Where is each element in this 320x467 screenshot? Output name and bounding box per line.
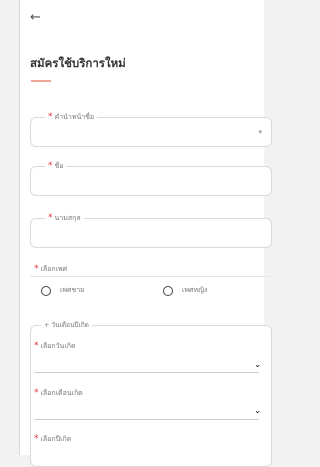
title-underline [31, 80, 51, 82]
radio-male[interactable] [41, 286, 51, 296]
back-arrow-icon[interactable]: ← [30, 10, 46, 26]
birth-date-legend: + วันเดือนปีเกิด [41, 320, 92, 330]
page-title: สมัครใช้บริการใหม่ [30, 56, 126, 70]
prefix-legend: * คำนำหน้าชื่อ [45, 112, 98, 122]
last-name-legend: * นามสกุล [45, 213, 84, 223]
signup-screen: ← สมัครใช้บริการใหม่ * คำนำหน้าชื่อ ▾ * ชื… [19, 0, 272, 467]
birth-day-label: * เลือกวันเกิด [34, 341, 76, 351]
gender-label: * เลือกเพศ [34, 264, 68, 274]
first-name-legend: * ชื่อ [45, 161, 67, 171]
radio-female[interactable] [163, 286, 173, 296]
birth-year-label: * เลือกปีเกิด [34, 434, 72, 444]
first-name-field[interactable]: * ชื่อ [30, 161, 272, 196]
radio-male-label[interactable]: เพศชาย [60, 285, 84, 296]
birth-day-select[interactable] [34, 372, 259, 373]
prefix-select[interactable]: * คำนำหน้าชื่อ ▾ [30, 112, 272, 147]
birth-month-label: * เลือกเดือนเกิด [34, 388, 83, 398]
radio-female-label[interactable]: เพศหญิง [182, 285, 207, 296]
birth-month-chevron-down-icon[interactable]: ⌄ [254, 406, 261, 415]
birth-month-select[interactable] [34, 419, 259, 420]
birth-date-group: + วันเดือนปีเกิด * เลือกวันเกิด ⌄ * เลือกเ… [30, 320, 272, 467]
birth-day-chevron-down-icon[interactable]: ⌄ [254, 360, 261, 369]
gender-divider [30, 276, 270, 277]
chevron-down-icon: ▾ [258, 128, 262, 136]
last-name-field[interactable]: * นามสกุล [30, 213, 272, 248]
gender-radio-group: เพศชาย เพศหญิง [30, 284, 270, 298]
